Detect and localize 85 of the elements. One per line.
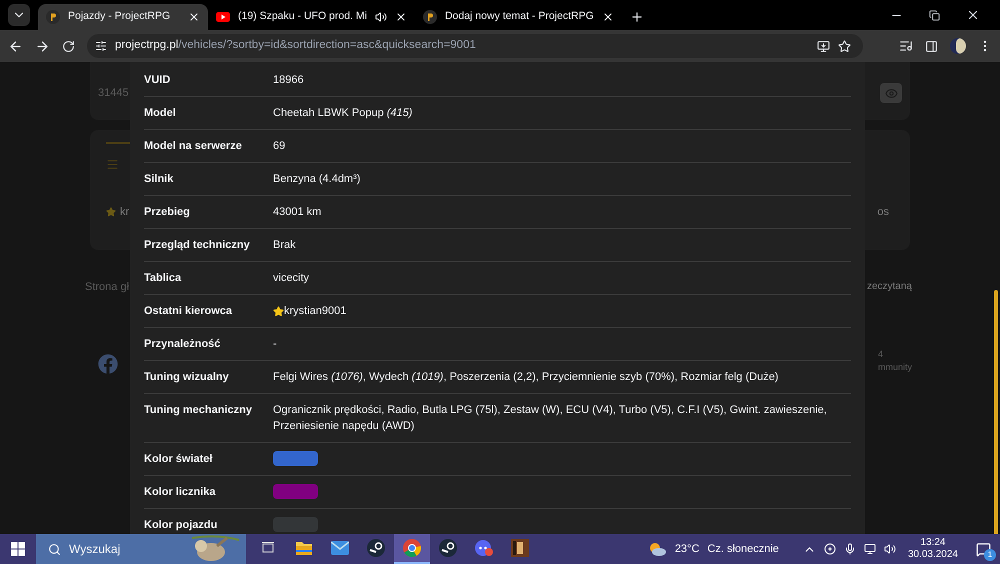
tab-title: Pojazdy - ProjectRPG <box>68 9 172 24</box>
restore-icon[interactable] <box>929 10 940 20</box>
weather-text: Cz. słonecznie <box>707 542 779 557</box>
side-panel-icon[interactable] <box>925 40 938 52</box>
clock-date: 30.03.2024 <box>908 549 958 561</box>
speaker-icon[interactable] <box>374 11 387 23</box>
search-placeholder: Wyszukaj <box>69 541 120 558</box>
bookmark-star-icon[interactable] <box>838 40 851 52</box>
windows-logo-icon <box>11 542 25 556</box>
site-logo-icon <box>46 10 60 24</box>
mail-icon <box>331 541 349 555</box>
detail-label: Kolor świateł <box>144 452 214 467</box>
detail-label: Przebieg <box>144 205 191 220</box>
star-icon <box>273 306 284 316</box>
steam-icon <box>439 539 457 557</box>
close-icon[interactable] <box>188 11 200 23</box>
media-controls-icon[interactable] <box>899 39 913 53</box>
folder-icon <box>295 540 313 556</box>
close-icon[interactable] <box>966 8 980 22</box>
browser-tab[interactable]: Pojazdy - ProjectRPG <box>38 4 208 30</box>
search-field[interactable]: Wyszukaj <box>36 534 246 564</box>
scrollbar-thumb-drawing[interactable] <box>994 290 998 534</box>
detail-label: Przynależność <box>144 337 222 352</box>
site-logo-icon <box>422 10 437 24</box>
footer-text: zeczytaną <box>866 280 912 294</box>
detail-value: vicecity <box>273 271 310 286</box>
detail-value: Benzyna (4.4dm³) <box>273 172 360 187</box>
game-icon <box>511 539 529 557</box>
detail-label: Silnik <box>144 172 174 187</box>
player-name: kr <box>120 205 130 220</box>
close-icon[interactable] <box>602 11 614 23</box>
row-text: os <box>877 205 889 220</box>
microphone-icon[interactable] <box>844 543 856 555</box>
tab-title: Dodaj nowy temat - ProjectRPG <box>444 9 594 24</box>
back-icon[interactable] <box>8 38 23 54</box>
list-icon <box>106 158 119 171</box>
tab-title: (19) Szpaku - UFO prod. Mi <box>238 9 367 24</box>
tab-search-button[interactable] <box>8 4 30 26</box>
record-icon[interactable] <box>824 543 836 555</box>
detail-label: Kolor pojazdu <box>144 518 218 533</box>
detail-value: Brak <box>273 238 296 253</box>
address-bar[interactable]: projectrpg.pl/vehicles/?sortby=id&sortdirection=asc&quicksearch=9001 <box>87 34 863 58</box>
install-icon[interactable] <box>817 40 830 52</box>
detail-value: 18966 <box>273 73 304 88</box>
detail-label: Przegląd techniczny <box>144 238 251 253</box>
detail-label: Tuning wizualny <box>144 370 230 385</box>
detail-label: Tuning mechaniczny <box>144 403 253 418</box>
detail-label: VUID <box>144 73 172 88</box>
video-icon <box>216 12 230 22</box>
chrome-icon <box>403 539 421 557</box>
detail-label: Model <box>144 106 177 121</box>
steam-icon <box>367 539 385 557</box>
browser-tab[interactable]: (19) Szpaku - UFO prod. Mi <box>208 4 415 30</box>
task-view-icon <box>261 541 275 555</box>
vehicle-id: 31445 <box>98 86 129 101</box>
eye-icon <box>884 86 898 100</box>
site-settings-icon[interactable] <box>95 40 107 52</box>
search-icon <box>48 542 61 556</box>
star-icon <box>106 207 116 218</box>
volume-icon[interactable] <box>884 543 896 555</box>
detail-label: Tablica <box>144 271 182 286</box>
discord-icon <box>474 539 494 557</box>
detail-value: 43001 km <box>273 205 322 220</box>
temperature-text: 23°C <box>674 542 700 557</box>
detail-label: Model na serwerze <box>144 139 243 154</box>
clock-time: 13:24 <box>920 537 946 549</box>
notification-count: 1 <box>984 549 996 561</box>
player-link[interactable]: krystian9001 <box>284 303 346 319</box>
detail-value: Cheetah LBWK Popup (415) <box>273 106 412 121</box>
count-text: 4 <box>878 348 883 360</box>
forward-icon[interactable] <box>35 38 50 54</box>
community-text: mmunity <box>878 361 912 374</box>
url-text: projectrpg.pl/vehicles/?sortby=id&sortdirection=asc&quicksearch=9001 <box>115 38 477 54</box>
notification-icon <box>976 542 990 556</box>
detail-value: - <box>273 337 277 352</box>
new-tab-icon[interactable] <box>630 10 644 24</box>
detail-label: Kolor licznika <box>144 485 217 500</box>
detail-value: 69 <box>273 139 286 154</box>
detail-label: Ostatni kierowca <box>144 304 234 319</box>
detail-value: Ogranicznik prędkości, Radio, Butla LPG (75l), Zestaw (W), ECU (V4), Turbo (V5), C.F.I (V5), Gwint. zawieszenie, Przeniesienie napędu (AWD) <box>273 403 828 434</box>
reload-icon[interactable] <box>62 40 75 52</box>
browser-tab[interactable]: Dodaj nowy temat - ProjectRPG <box>414 4 622 30</box>
close-icon[interactable] <box>394 11 407 23</box>
detail-value: Felgi Wires (1076), Wydech (1019), Poszerzenia (2,2), Przyciemnienie szyb (70%), Rozmiar felg (Duże) <box>273 370 778 385</box>
profile-avatar[interactable] <box>950 38 966 54</box>
